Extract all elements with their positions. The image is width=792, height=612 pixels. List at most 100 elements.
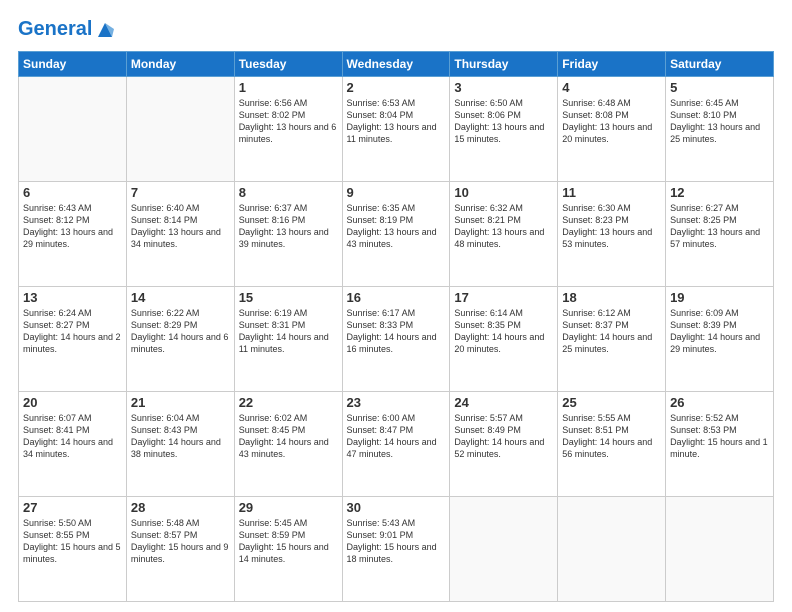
header: General (18, 18, 774, 41)
calendar-cell: 24 Sunrise: 5:57 AM Sunset: 8:49 PM Dayli… (450, 392, 558, 497)
day-info: Sunrise: 5:55 AM Sunset: 8:51 PM Dayligh… (562, 412, 661, 461)
day-info: Sunrise: 5:43 AM Sunset: 9:01 PM Dayligh… (347, 517, 446, 566)
day-info: Sunrise: 6:02 AM Sunset: 8:45 PM Dayligh… (239, 412, 338, 461)
day-number: 16 (347, 290, 446, 305)
day-number: 15 (239, 290, 338, 305)
calendar-week-row: 20 Sunrise: 6:07 AM Sunset: 8:41 PM Dayli… (19, 392, 774, 497)
calendar-cell: 16 Sunrise: 6:17 AM Sunset: 8:33 PM Dayli… (342, 287, 450, 392)
day-number: 9 (347, 185, 446, 200)
calendar-week-row: 13 Sunrise: 6:24 AM Sunset: 8:27 PM Dayli… (19, 287, 774, 392)
day-info: Sunrise: 6:00 AM Sunset: 8:47 PM Dayligh… (347, 412, 446, 461)
calendar-cell: 3 Sunrise: 6:50 AM Sunset: 8:06 PM Daylig… (450, 77, 558, 182)
day-info: Sunrise: 6:22 AM Sunset: 8:29 PM Dayligh… (131, 307, 230, 356)
day-number: 7 (131, 185, 230, 200)
day-info: Sunrise: 6:35 AM Sunset: 8:19 PM Dayligh… (347, 202, 446, 251)
col-tuesday: Tuesday (234, 52, 342, 77)
calendar-cell: 25 Sunrise: 5:55 AM Sunset: 8:51 PM Dayli… (558, 392, 666, 497)
day-number: 4 (562, 80, 661, 95)
calendar-cell: 20 Sunrise: 6:07 AM Sunset: 8:41 PM Dayli… (19, 392, 127, 497)
day-number: 20 (23, 395, 122, 410)
calendar-cell: 15 Sunrise: 6:19 AM Sunset: 8:31 PM Dayli… (234, 287, 342, 392)
col-friday: Friday (558, 52, 666, 77)
col-thursday: Thursday (450, 52, 558, 77)
calendar-cell: 4 Sunrise: 6:48 AM Sunset: 8:08 PM Daylig… (558, 77, 666, 182)
day-number: 28 (131, 500, 230, 515)
calendar-cell: 5 Sunrise: 6:45 AM Sunset: 8:10 PM Daylig… (666, 77, 774, 182)
calendar-cell: 30 Sunrise: 5:43 AM Sunset: 9:01 PM Dayli… (342, 497, 450, 602)
calendar-cell: 17 Sunrise: 6:14 AM Sunset: 8:35 PM Dayli… (450, 287, 558, 392)
day-number: 25 (562, 395, 661, 410)
day-info: Sunrise: 6:30 AM Sunset: 8:23 PM Dayligh… (562, 202, 661, 251)
day-number: 2 (347, 80, 446, 95)
calendar-cell: 2 Sunrise: 6:53 AM Sunset: 8:04 PM Daylig… (342, 77, 450, 182)
logo-general-part: General (18, 18, 92, 40)
day-info: Sunrise: 5:50 AM Sunset: 8:55 PM Dayligh… (23, 517, 122, 566)
col-sunday: Sunday (19, 52, 127, 77)
day-info: Sunrise: 6:12 AM Sunset: 8:37 PM Dayligh… (562, 307, 661, 356)
day-number: 5 (670, 80, 769, 95)
day-number: 30 (347, 500, 446, 515)
calendar-header-row: Sunday Monday Tuesday Wednesday Thursday… (19, 52, 774, 77)
calendar-cell: 12Sunrise: 6:27 AM Sunset: 8:25 PM Dayli… (666, 182, 774, 287)
calendar-cell: 9 Sunrise: 6:35 AM Sunset: 8:19 PM Daylig… (342, 182, 450, 287)
day-info: Sunrise: 5:52 AM Sunset: 8:53 PM Dayligh… (670, 412, 769, 461)
day-number: 13 (23, 290, 122, 305)
day-info: Sunrise: 6:24 AM Sunset: 8:27 PM Dayligh… (23, 307, 122, 356)
day-info: Sunrise: 6:40 AM Sunset: 8:14 PM Dayligh… (131, 202, 230, 251)
calendar-cell (126, 77, 234, 182)
day-info: Sunrise: 6:48 AM Sunset: 8:08 PM Dayligh… (562, 97, 661, 146)
day-info: Sunrise: 6:07 AM Sunset: 8:41 PM Dayligh… (23, 412, 122, 461)
calendar-cell: 26 Sunrise: 5:52 AM Sunset: 8:53 PM Dayli… (666, 392, 774, 497)
calendar-cell: 14 Sunrise: 6:22 AM Sunset: 8:29 PM Dayli… (126, 287, 234, 392)
calendar-cell: 6Sunrise: 6:43 AM Sunset: 8:12 PM Daylig… (19, 182, 127, 287)
day-number: 27 (23, 500, 122, 515)
day-info: Sunrise: 6:50 AM Sunset: 8:06 PM Dayligh… (454, 97, 553, 146)
day-number: 24 (454, 395, 553, 410)
day-info: Sunrise: 6:09 AM Sunset: 8:39 PM Dayligh… (670, 307, 769, 356)
day-number: 12 (670, 185, 769, 200)
day-info: Sunrise: 5:57 AM Sunset: 8:49 PM Dayligh… (454, 412, 553, 461)
calendar-cell: 28 Sunrise: 5:48 AM Sunset: 8:57 PM Dayli… (126, 497, 234, 602)
calendar-cell: 18 Sunrise: 6:12 AM Sunset: 8:37 PM Dayli… (558, 287, 666, 392)
day-info: Sunrise: 6:04 AM Sunset: 8:43 PM Dayligh… (131, 412, 230, 461)
day-number: 17 (454, 290, 553, 305)
day-number: 14 (131, 290, 230, 305)
calendar-cell: 10 Sunrise: 6:32 AM Sunset: 8:21 PM Dayli… (450, 182, 558, 287)
col-wednesday: Wednesday (342, 52, 450, 77)
logo-icon (94, 19, 116, 41)
logo-general-text: General (18, 18, 92, 41)
calendar-cell: 23 Sunrise: 6:00 AM Sunset: 8:47 PM Dayli… (342, 392, 450, 497)
day-number: 26 (670, 395, 769, 410)
calendar-cell: 1Sunrise: 6:56 AM Sunset: 8:02 PM Daylig… (234, 77, 342, 182)
day-info: Sunrise: 6:19 AM Sunset: 8:31 PM Dayligh… (239, 307, 338, 356)
calendar-cell: 19 Sunrise: 6:09 AM Sunset: 8:39 PM Dayli… (666, 287, 774, 392)
day-number: 21 (131, 395, 230, 410)
calendar-cell: 7 Sunrise: 6:40 AM Sunset: 8:14 PM Daylig… (126, 182, 234, 287)
day-info: Sunrise: 6:56 AM Sunset: 8:02 PM Dayligh… (239, 97, 338, 146)
calendar-cell: 27 Sunrise: 5:50 AM Sunset: 8:55 PM Dayli… (19, 497, 127, 602)
day-number: 3 (454, 80, 553, 95)
day-info: Sunrise: 6:53 AM Sunset: 8:04 PM Dayligh… (347, 97, 446, 146)
day-number: 10 (454, 185, 553, 200)
day-info: Sunrise: 6:45 AM Sunset: 8:10 PM Dayligh… (670, 97, 769, 146)
calendar-cell: 21 Sunrise: 6:04 AM Sunset: 8:43 PM Dayli… (126, 392, 234, 497)
day-info: Sunrise: 6:32 AM Sunset: 8:21 PM Dayligh… (454, 202, 553, 251)
calendar-week-row: 27 Sunrise: 5:50 AM Sunset: 8:55 PM Dayli… (19, 497, 774, 602)
calendar-cell (450, 497, 558, 602)
day-info: Sunrise: 6:14 AM Sunset: 8:35 PM Dayligh… (454, 307, 553, 356)
day-number: 18 (562, 290, 661, 305)
calendar-week-row: 1Sunrise: 6:56 AM Sunset: 8:02 PM Daylig… (19, 77, 774, 182)
day-number: 23 (347, 395, 446, 410)
col-monday: Monday (126, 52, 234, 77)
day-info: Sunrise: 5:48 AM Sunset: 8:57 PM Dayligh… (131, 517, 230, 566)
calendar-cell (666, 497, 774, 602)
day-number: 29 (239, 500, 338, 515)
calendar-week-row: 6Sunrise: 6:43 AM Sunset: 8:12 PM Daylig… (19, 182, 774, 287)
calendar-cell (19, 77, 127, 182)
day-info: Sunrise: 5:45 AM Sunset: 8:59 PM Dayligh… (239, 517, 338, 566)
day-info: Sunrise: 6:17 AM Sunset: 8:33 PM Dayligh… (347, 307, 446, 356)
day-number: 6 (23, 185, 122, 200)
calendar-cell: 13 Sunrise: 6:24 AM Sunset: 8:27 PM Dayli… (19, 287, 127, 392)
day-number: 19 (670, 290, 769, 305)
calendar-cell: 29 Sunrise: 5:45 AM Sunset: 8:59 PM Dayli… (234, 497, 342, 602)
